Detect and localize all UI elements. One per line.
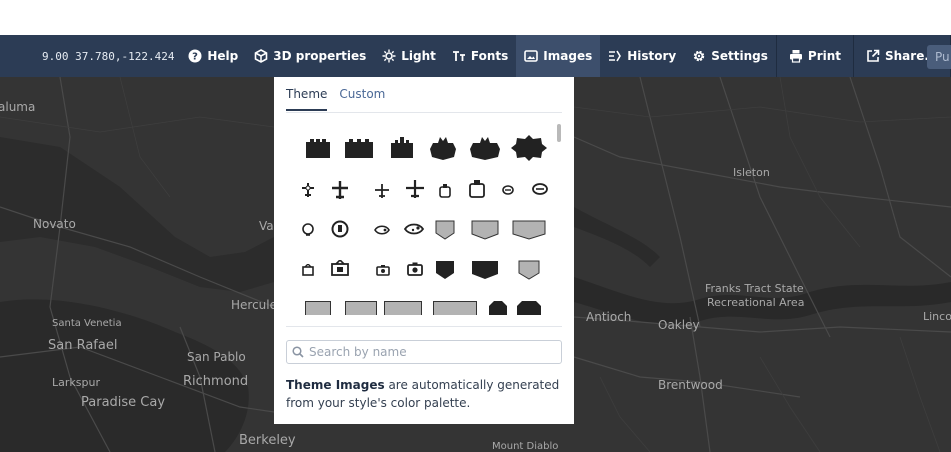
gallery-scrollbar[interactable] <box>557 124 561 142</box>
rect-sprite[interactable] <box>304 301 332 315</box>
image-tabs: Theme Custom <box>286 87 397 111</box>
shield-sprite[interactable] <box>471 219 499 241</box>
oval-sprite[interactable] <box>502 184 514 196</box>
images-label: Images <box>543 49 593 63</box>
note-emphasis: Theme Images <box>286 378 385 392</box>
rail-icon[interactable] <box>468 179 486 199</box>
search-input[interactable] <box>309 345 549 359</box>
history-label: History <box>627 49 677 63</box>
rect-sprite[interactable] <box>432 301 478 315</box>
history-button[interactable]: History <box>600 35 684 77</box>
map-label: San Rafael <box>48 338 118 353</box>
map-label: Va <box>259 219 274 233</box>
map-label: Franks Tract State <box>705 282 804 295</box>
map-label: Antioch <box>586 310 632 324</box>
shield-sprite[interactable] <box>434 219 456 241</box>
building-icon[interactable] <box>301 263 315 277</box>
3d-properties-label: 3D properties <box>273 49 367 63</box>
print-button[interactable]: Print <box>777 35 853 77</box>
help-icon: ? <box>188 49 202 63</box>
rect-sprite[interactable] <box>344 301 378 315</box>
marker-icon[interactable] <box>330 219 350 239</box>
settings-button[interactable]: Settings <box>684 35 776 77</box>
map-label: Brentwood <box>658 378 723 392</box>
castle-sprite[interactable] <box>343 137 375 161</box>
tab-custom[interactable]: Custom <box>339 87 385 111</box>
tab-divider <box>286 112 562 113</box>
map-label: Isleton <box>733 166 770 179</box>
help-label: Help <box>207 49 239 63</box>
images-panel: Theme Custom Search by name Theme Images… <box>274 77 574 424</box>
map-label: Oakley <box>658 318 700 332</box>
shield-sprite-dark[interactable] <box>434 259 456 281</box>
print-label: Print <box>807 49 842 63</box>
map-label: aluma <box>0 100 36 114</box>
search-icon <box>287 341 309 363</box>
images-icon <box>524 49 539 63</box>
castle-sprite[interactable] <box>304 137 332 161</box>
light-button[interactable]: Light <box>374 35 444 77</box>
settings-icon <box>692 49 706 63</box>
light-icon <box>382 49 396 63</box>
settings-label: Settings <box>711 49 768 63</box>
svg-text:?: ? <box>192 52 198 63</box>
cube-icon <box>254 49 268 63</box>
map-label: Berkeley <box>239 433 296 448</box>
rect-sprite[interactable] <box>383 301 423 315</box>
publish-button[interactable]: Pu <box>927 45 951 69</box>
map-label: San Pablo <box>187 350 246 364</box>
map-label: Richmond <box>183 374 249 389</box>
map-label: Lincol <box>923 310 951 323</box>
oval-sprite[interactable] <box>532 182 548 196</box>
star-badge-sprite[interactable] <box>510 133 548 163</box>
airplane-icon[interactable] <box>374 183 390 199</box>
rail-icon[interactable] <box>438 183 452 199</box>
fish-icon[interactable] <box>404 221 424 237</box>
crown-shield-sprite[interactable] <box>429 135 457 163</box>
print-icon <box>789 49 803 63</box>
crown-shield-sprite[interactable] <box>469 135 501 163</box>
marker-icon[interactable] <box>301 222 315 238</box>
share-icon <box>866 49 880 63</box>
image-gallery <box>286 125 562 315</box>
theme-images-note: Theme Images are automatically generated… <box>286 376 562 412</box>
octagon-sprite[interactable] <box>516 301 542 315</box>
map-label: Paradise Cay <box>81 395 166 410</box>
shield-sprite[interactable] <box>512 219 546 241</box>
fonts-label: Fonts <box>470 49 509 63</box>
fonts-icon <box>452 49 466 63</box>
fonts-button[interactable]: Fonts <box>444 35 516 77</box>
images-button[interactable]: Images <box>516 35 601 77</box>
map-coordinates: 9.00 37.780,-122.424 <box>42 49 175 63</box>
history-icon <box>608 49 622 63</box>
airport-icon[interactable] <box>330 179 350 201</box>
tab-theme[interactable]: Theme <box>286 87 328 111</box>
map-label: Santa Venetia <box>52 318 122 329</box>
help-button[interactable]: ? Help <box>180 35 246 77</box>
map-label: Larkspur <box>52 376 100 389</box>
map-label: Novato <box>33 217 76 231</box>
toolbar: 9.00 37.780,-122.424 ? Help 3D propertie… <box>0 35 951 77</box>
map-label: Recreational Area <box>707 296 805 309</box>
fish-icon[interactable] <box>374 223 390 237</box>
map-label: Mount Diablo <box>492 441 559 452</box>
shield-sprite[interactable] <box>517 259 541 281</box>
map-label: Hercule <box>231 298 277 312</box>
octagon-sprite[interactable] <box>488 301 508 315</box>
building-icon[interactable] <box>330 259 350 277</box>
shield-sprite-dark[interactable] <box>471 259 499 281</box>
camera-icon[interactable] <box>375 263 391 277</box>
top-margin <box>0 0 951 35</box>
image-search-field <box>286 340 562 364</box>
airport-icon[interactable] <box>300 181 316 199</box>
camera-icon[interactable] <box>406 261 424 277</box>
light-label: Light <box>401 49 436 63</box>
gallery-divider <box>286 326 562 327</box>
3d-properties-button[interactable]: 3D properties <box>246 35 374 77</box>
castle-sprite[interactable] <box>389 135 415 161</box>
airplane-icon[interactable] <box>405 179 425 199</box>
